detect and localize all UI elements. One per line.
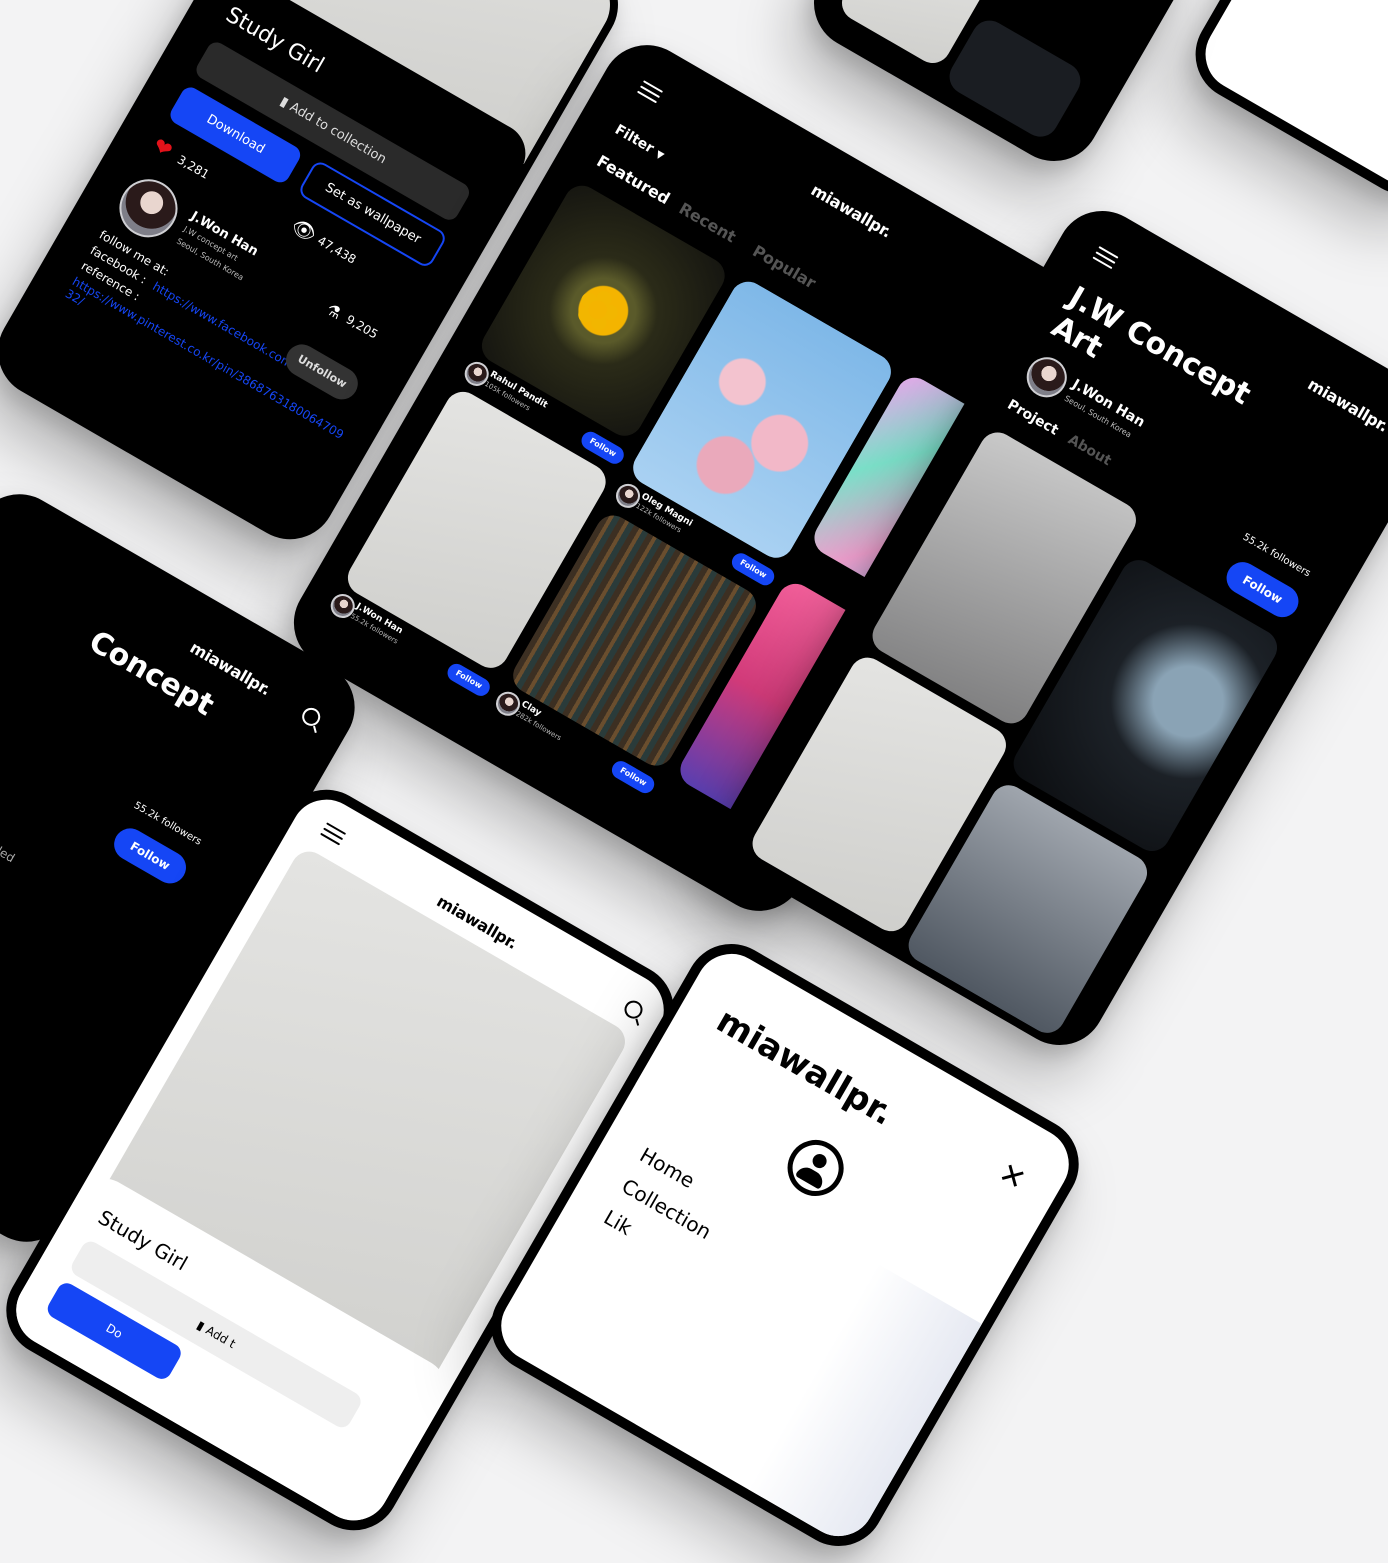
hamburger-icon[interactable] (635, 80, 664, 107)
profile-logo: miawallpr. (1304, 374, 1388, 436)
filter-label: Filter (611, 121, 657, 157)
top-center-phone-fragment (797, 0, 1199, 178)
menu-logo-text: miawallpr. (709, 1000, 901, 1134)
filter-dropdown[interactable]: Filter ▼ (612, 122, 667, 163)
add-to-collection-label: Add to collection (287, 99, 389, 168)
light-add-label: Add t (203, 1323, 238, 1352)
menu-item-collection[interactable]: Collection (618, 1174, 716, 1244)
user-icon[interactable] (777, 1129, 854, 1207)
menu-side-fade (747, 1264, 982, 1550)
search-icon[interactable] (298, 704, 324, 730)
share-icon[interactable]: ⚗ (323, 300, 345, 324)
chevron-down-icon: ▼ (653, 148, 666, 163)
close-icon[interactable]: ✕ (992, 1155, 1031, 1198)
profile-left-fragment: ded (0, 841, 18, 866)
feed-logo: miawallpr. (807, 180, 895, 242)
menu-logo: miawallpr. (710, 1001, 900, 1134)
menu-item-likes[interactable]: Lik (600, 1205, 636, 1240)
views-count: 47,438 (315, 233, 359, 267)
search-icon[interactable] (621, 997, 646, 1022)
user-head (810, 1151, 830, 1171)
fragment-thumbnail (943, 13, 1087, 144)
author-avatar[interactable] (108, 168, 189, 248)
hamburger-icon[interactable] (1090, 246, 1119, 273)
tab-project[interactable]: Project (1004, 397, 1061, 439)
top-right-phone-fragment (1178, 0, 1388, 212)
shares-count: 9,205 (343, 312, 381, 342)
unfollow-button[interactable]: Unfollow (280, 338, 364, 406)
profile-title: J.W Concept Art (1045, 279, 1257, 413)
tab-about[interactable]: About (1065, 432, 1114, 469)
heart-icon[interactable]: ❤ (148, 133, 176, 164)
flower-icon: ✿ (562, 270, 634, 348)
likes-count: 3,281 (174, 152, 212, 182)
tab-recent[interactable]: Recent (676, 199, 740, 247)
hamburger-icon[interactable] (318, 822, 347, 849)
